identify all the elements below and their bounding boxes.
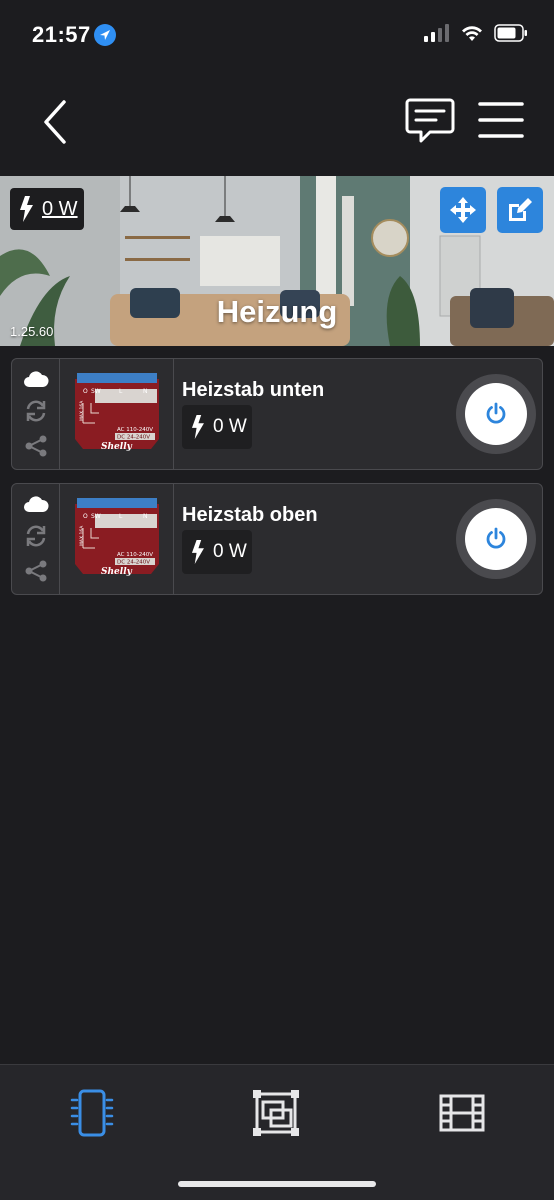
home-indicator[interactable] bbox=[178, 1181, 376, 1187]
room-power-value: 0 W bbox=[42, 197, 78, 220]
app-screen: 21:57 0 W Heizung 1.25.60 O SW L N MAX 1… bbox=[0, 0, 554, 1200]
status-bar: 21:57 bbox=[0, 0, 554, 70]
power-icon bbox=[486, 527, 506, 549]
device-power-value: 0 W bbox=[213, 416, 247, 437]
devices-icon bbox=[70, 1089, 114, 1137]
room-power-badge[interactable]: 0 W bbox=[10, 188, 84, 230]
shelly-relay-image: O SW L N MAX 16A AC 110-240V DC 24-240V … bbox=[74, 498, 159, 577]
share-icon[interactable] bbox=[24, 434, 48, 458]
cloud-icon bbox=[23, 496, 49, 513]
back-icon bbox=[44, 100, 66, 144]
bolt-icon bbox=[191, 415, 204, 439]
module-label-n: N bbox=[143, 388, 148, 395]
device-name: Heizstab unten bbox=[182, 379, 325, 401]
app-version: 1.25.60 bbox=[10, 324, 54, 339]
messages-button[interactable] bbox=[404, 96, 456, 144]
module-label-ac: AC 110-240V bbox=[117, 552, 153, 558]
move-button[interactable] bbox=[440, 187, 486, 233]
module-brand: Shelly bbox=[101, 567, 133, 577]
location-icon bbox=[94, 24, 116, 46]
device-power-toggle[interactable] bbox=[456, 499, 536, 579]
bolt-icon bbox=[20, 196, 33, 222]
device-power-toggle[interactable] bbox=[456, 374, 536, 454]
scenes-icon bbox=[439, 1094, 485, 1132]
edit-button[interactable] bbox=[497, 187, 543, 233]
sync-icon[interactable] bbox=[24, 524, 48, 548]
message-icon bbox=[405, 98, 455, 143]
module-label-o: O bbox=[83, 513, 88, 520]
module-label-sw: SW bbox=[91, 513, 101, 520]
device-power-badge: 0 W bbox=[182, 405, 252, 449]
module-brand: Shelly bbox=[101, 442, 133, 452]
device-side-icons bbox=[12, 359, 60, 469]
device-power-badge: 0 W bbox=[182, 530, 252, 574]
battery-icon bbox=[494, 24, 528, 47]
wifi-icon bbox=[460, 24, 484, 47]
status-indicators bbox=[424, 24, 528, 47]
move-icon bbox=[450, 197, 476, 223]
nav-rooms[interactable] bbox=[246, 1085, 306, 1141]
power-button[interactable] bbox=[465, 508, 527, 570]
share-icon[interactable] bbox=[24, 559, 48, 583]
nav-devices[interactable] bbox=[62, 1085, 122, 1141]
sync-icon[interactable] bbox=[24, 399, 48, 423]
module-label-o: O bbox=[83, 388, 88, 395]
bolt-icon bbox=[191, 540, 204, 564]
cloud-icon bbox=[23, 371, 49, 388]
shelly-relay-image: O SW L N MAX 16A AC 110-240V DC 24-240V … bbox=[74, 373, 159, 452]
device-power-value: 0 W bbox=[213, 541, 247, 562]
room-banner: 0 W Heizung 1.25.60 bbox=[0, 176, 554, 346]
module-label-dc: DC 24-240V bbox=[117, 435, 150, 441]
device-card[interactable]: O SW L N MAX 16A AC 110-240V DC 24-240V … bbox=[11, 358, 543, 470]
status-time: 21:57 bbox=[32, 22, 91, 47]
edit-icon bbox=[509, 198, 532, 221]
signal-icon bbox=[424, 24, 450, 47]
back-button[interactable] bbox=[36, 98, 76, 146]
module-label-n: N bbox=[143, 513, 148, 520]
app-header bbox=[0, 70, 554, 176]
device-thumbnail: O SW L N MAX 16A AC 110-240V DC 24-240V … bbox=[60, 484, 174, 594]
module-label-max: MAX 16A bbox=[79, 400, 85, 421]
device-side-icons bbox=[12, 484, 60, 594]
device-name: Heizstab oben bbox=[182, 504, 318, 526]
module-label-max: MAX 16A bbox=[79, 525, 85, 546]
device-thumbnail: O SW L N MAX 16A AC 110-240V DC 24-240V … bbox=[60, 359, 174, 469]
power-icon bbox=[486, 402, 506, 424]
device-card[interactable]: O SW L N MAX 16A AC 110-240V DC 24-240V … bbox=[11, 483, 543, 595]
room-title: Heizung bbox=[216, 294, 338, 329]
module-label-ac: AC 110-240V bbox=[117, 427, 153, 433]
bottom-navigation bbox=[0, 1064, 554, 1200]
menu-button[interactable] bbox=[478, 100, 524, 140]
rooms-icon bbox=[253, 1090, 299, 1136]
nav-scenes[interactable] bbox=[432, 1085, 492, 1141]
power-button[interactable] bbox=[465, 383, 527, 445]
menu-icon bbox=[478, 102, 524, 138]
module-label-dc: DC 24-240V bbox=[117, 560, 150, 566]
module-label-sw: SW bbox=[91, 388, 101, 395]
